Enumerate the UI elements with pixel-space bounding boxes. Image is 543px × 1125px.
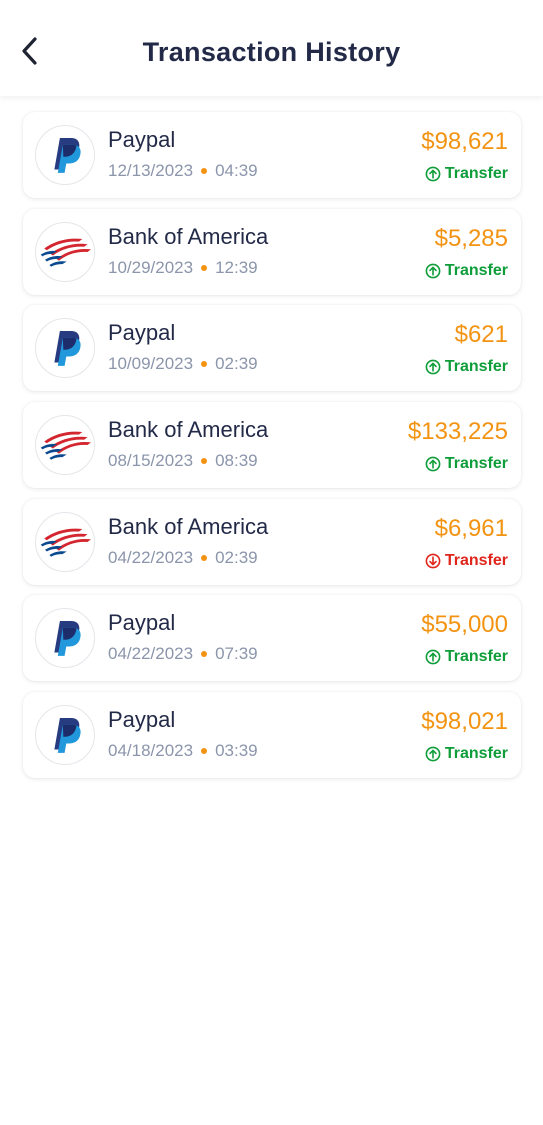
transaction-status-label: Transfer: [444, 261, 508, 279]
transaction-time: 04:39: [215, 161, 258, 180]
paypal-logo-icon: [35, 608, 95, 669]
paypal-logo-icon: [35, 705, 95, 766]
arrow-up-circle-icon: [425, 456, 445, 472]
transaction-amount: $55,000: [421, 611, 508, 639]
transaction-date: 04/22/2023: [108, 547, 194, 567]
transaction-status-label: Transfer: [444, 165, 508, 182]
transaction-datetime: 10/09/2023 02:39: [108, 354, 258, 374]
transaction-status: Transfer: [425, 358, 508, 376]
paypal-logo-icon: [35, 125, 95, 185]
transaction-amount: $98,621: [421, 128, 508, 155]
transaction-card[interactable]: Bank of America 04/22/2023 02:39 $6,961 …: [23, 498, 521, 585]
transaction-name: Bank of America: [108, 223, 269, 249]
arrow-up-circle-icon: [425, 359, 445, 375]
arrow-down-circle-icon: [425, 553, 445, 569]
transaction-date: 12/13/2023: [108, 161, 194, 180]
transaction-date: 04/22/2023: [108, 644, 194, 664]
bank-of-america-logo-icon: [35, 511, 95, 572]
transaction-status-label: Transfer: [444, 648, 508, 666]
transaction-status: Transfer: [425, 455, 508, 473]
transaction-name: Paypal: [108, 320, 176, 346]
arrow-up-circle-icon: [425, 649, 445, 665]
transaction-name: Paypal: [108, 127, 176, 152]
paypal-logo-icon: [35, 318, 95, 379]
transaction-card[interactable]: Bank of America 08/15/2023 08:39 $133,22…: [23, 402, 521, 489]
arrow-up-circle-icon: [425, 746, 445, 762]
transaction-status-label: Transfer: [444, 745, 508, 763]
transaction-datetime: 04/22/2023 07:39: [108, 644, 258, 664]
transaction-datetime: 12/13/2023 04:39: [108, 161, 258, 181]
separator-dot: [201, 264, 208, 271]
transaction-amount: $6,961: [434, 514, 508, 542]
arrow-up-circle-icon: [425, 263, 445, 279]
transaction-time: 02:39: [215, 354, 258, 374]
transaction-status: Transfer: [425, 648, 508, 666]
transaction-time: 12:39: [215, 257, 258, 277]
separator-dot: [201, 458, 208, 465]
transaction-list: Paypal 12/13/2023 04:39 $98,621 Transfer…: [23, 112, 521, 789]
transaction-time: 03:39: [215, 741, 258, 761]
transaction-amount: $621: [454, 321, 508, 349]
transaction-datetime: 08/15/2023 08:39: [108, 451, 258, 471]
transaction-time: 07:39: [215, 644, 258, 664]
transaction-date: 08/15/2023: [108, 451, 194, 471]
transaction-datetime: 04/22/2023 02:39: [108, 548, 258, 568]
transaction-status: Transfer: [425, 552, 508, 570]
transaction-status-label: Transfer: [444, 455, 508, 473]
transaction-name: Bank of America: [108, 417, 269, 443]
transaction-name: Paypal: [108, 610, 176, 636]
transaction-status-label: Transfer: [444, 551, 508, 569]
separator-dot: [201, 554, 208, 561]
separator-dot: [201, 651, 208, 658]
transaction-time: 02:39: [215, 547, 258, 567]
transaction-card[interactable]: Paypal 04/22/2023 07:39 $55,000 Transfer: [23, 595, 521, 682]
transaction-card[interactable]: Bank of America 10/29/2023 12:39 $5,285 …: [23, 208, 521, 295]
separator-dot: [201, 748, 208, 755]
transaction-amount: $5,285: [434, 224, 508, 252]
transaction-date: 04/18/2023: [108, 741, 194, 761]
transaction-card[interactable]: Paypal 10/09/2023 02:39 $621 Transfer: [23, 305, 521, 392]
separator-dot: [201, 361, 208, 368]
page-title: Transaction History: [142, 37, 401, 67]
transaction-status: Transfer: [425, 745, 508, 763]
transaction-status: Transfer: [425, 165, 508, 183]
transaction-name: Bank of America: [108, 513, 269, 539]
bank-of-america-logo-icon: [35, 221, 95, 282]
separator-dot: [201, 168, 208, 174]
transaction-datetime: 04/18/2023 03:39: [108, 741, 258, 761]
transaction-date: 10/29/2023: [108, 257, 194, 277]
transaction-card[interactable]: Paypal 12/13/2023 04:39 $98,621 Transfer: [23, 112, 521, 198]
transaction-card[interactable]: Paypal 04/18/2023 03:39 $98,021 Transfer: [23, 692, 521, 779]
transaction-status-label: Transfer: [444, 358, 508, 376]
arrow-up-circle-icon: [425, 166, 445, 182]
transaction-date: 10/09/2023: [108, 354, 194, 374]
transaction-datetime: 10/29/2023 12:39: [108, 258, 258, 278]
bank-of-america-logo-icon: [35, 415, 95, 476]
transaction-amount: $133,225: [407, 418, 508, 446]
transaction-amount: $98,021: [421, 708, 508, 736]
transaction-status: Transfer: [425, 262, 508, 280]
transaction-name: Paypal: [108, 707, 176, 733]
app-header: Transaction History: [0, 0, 543, 96]
transaction-time: 08:39: [215, 451, 258, 471]
